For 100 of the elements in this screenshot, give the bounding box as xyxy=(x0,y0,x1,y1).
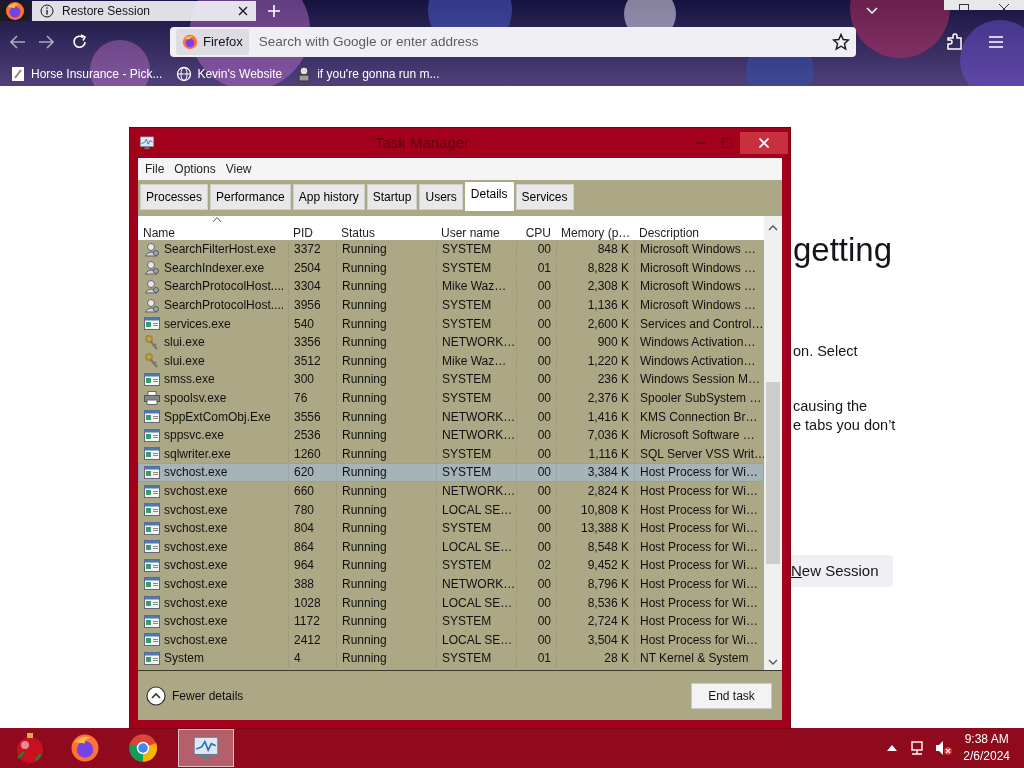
close-button[interactable] xyxy=(740,132,788,154)
table-cell: 00 xyxy=(537,538,551,555)
restore-icon[interactable] xyxy=(959,4,969,10)
bookmark-link[interactable]: Kevin's Website xyxy=(176,65,283,83)
scroll-up-icon[interactable] xyxy=(768,224,778,232)
table-cell: slui.exe xyxy=(164,334,205,351)
column-header[interactable]: User name xyxy=(436,216,516,242)
table-cell: 3956 xyxy=(294,297,321,314)
window-icon xyxy=(144,428,160,442)
close-icon[interactable] xyxy=(999,4,1009,10)
window-icon xyxy=(144,577,160,591)
tab[interactable]: Users xyxy=(419,184,463,210)
clock-time[interactable]: 9:38 AM xyxy=(963,731,1010,748)
chevron-up-circle-icon xyxy=(146,685,166,706)
table-cell: SearchFilterHost.exe xyxy=(164,241,277,258)
network-icon[interactable] xyxy=(909,740,926,756)
table-cell: Running xyxy=(342,390,387,407)
chevron-down-icon[interactable] xyxy=(866,7,878,15)
column-header[interactable]: Name xyxy=(138,216,288,242)
close-icon[interactable] xyxy=(238,6,248,16)
table-cell: svchost.exe xyxy=(164,631,228,648)
new-tab-icon[interactable] xyxy=(268,5,280,17)
table-cell: 620 xyxy=(294,464,315,481)
firefox-icon[interactable] xyxy=(5,1,25,21)
menu-item[interactable]: View xyxy=(222,160,255,178)
table-cell: SYSTEM xyxy=(442,390,492,407)
tab[interactable]: Performance xyxy=(210,184,291,210)
table-cell: 00 xyxy=(537,631,551,648)
address-bar[interactable]: Firefox Search with Google or enter address xyxy=(170,27,856,57)
back-arrow-icon[interactable] xyxy=(10,35,26,49)
page-icon xyxy=(10,66,26,82)
table-cell: 13,388 K xyxy=(580,520,629,537)
table-cell: smss.exe xyxy=(164,371,215,388)
column-header[interactable]: Description xyxy=(634,216,764,242)
fewer-details-button[interactable]: Fewer details xyxy=(146,685,244,706)
table-cell: 00 xyxy=(537,315,551,332)
table-cell: 2,308 K xyxy=(587,278,629,295)
table-cell: LOCAL SE… xyxy=(442,538,513,555)
table-cell: 00 xyxy=(537,501,551,518)
scroll-thumb[interactable] xyxy=(766,382,780,564)
new-session-button[interactable]: New Session xyxy=(789,554,893,588)
tab[interactable]: App history xyxy=(292,184,365,210)
table-cell: SYSTEM xyxy=(442,464,492,481)
forward-arrow-icon[interactable] xyxy=(38,35,54,49)
table-cell: 00 xyxy=(537,334,551,351)
menu-item[interactable]: Options xyxy=(171,160,219,178)
table-cell: NETWORK… xyxy=(442,408,516,425)
end-task-button[interactable]: End task xyxy=(691,682,772,709)
table-cell: LOCAL SE… xyxy=(442,501,513,518)
column-header[interactable]: CPU xyxy=(516,216,556,242)
browser-tab[interactable]: Restore Session xyxy=(32,1,256,21)
window-icon xyxy=(144,558,160,572)
table-cell: 2,824 K xyxy=(587,483,629,499)
table-cell: 848 K xyxy=(597,241,629,258)
bookmark-link[interactable]: Horse Insurance - Pick... xyxy=(10,65,163,83)
tab[interactable]: Processes xyxy=(140,184,209,210)
table-cell: svchost.exe xyxy=(164,520,228,537)
table-cell: Mike Waz… xyxy=(442,278,507,295)
table-cell: 8,548 K xyxy=(587,538,629,555)
table-cell: 00 xyxy=(537,594,551,611)
tab[interactable]: Services xyxy=(515,184,574,210)
scroll-down-icon[interactable] xyxy=(768,658,778,666)
table-cell: Running xyxy=(342,278,387,295)
selected-row[interactable]: svchost.exe 620 Running SYSTEM 00 3,384 K Host Process for Wi… xyxy=(138,463,764,482)
tab[interactable]: Details xyxy=(464,182,514,211)
user-gear-icon xyxy=(144,279,160,294)
window-icon xyxy=(144,651,160,665)
table-cell: SearchProtocolHost.... xyxy=(164,278,285,295)
puzzle-icon[interactable] xyxy=(946,33,964,51)
star-icon[interactable] xyxy=(832,33,850,51)
table-cell: SYSTEM xyxy=(442,315,492,332)
table-cell: SppExtComObj.Exe xyxy=(164,408,271,425)
tab[interactable]: Startup xyxy=(366,184,418,210)
bookmark-link[interactable]: if you're gonna run m... xyxy=(296,65,440,83)
table-cell: 540 xyxy=(294,315,315,332)
table-cell: Running xyxy=(342,241,387,258)
search-field[interactable]: Search with Google or enter address xyxy=(256,30,824,54)
menu-icon[interactable] xyxy=(988,35,1004,49)
table-cell: 00 xyxy=(537,576,551,592)
table-cell: 864 xyxy=(294,538,315,555)
table-cell: Services and Control… xyxy=(640,315,764,332)
table-cell: Microsoft Windows … xyxy=(640,278,757,295)
clock-date[interactable]: 2/6/2024 xyxy=(963,748,1010,765)
column-header[interactable]: Memory (p… xyxy=(556,216,634,242)
reload-icon[interactable] xyxy=(72,34,88,50)
table-cell: 01 xyxy=(537,259,551,276)
caret-up-icon[interactable] xyxy=(887,745,898,751)
table-cell: Running xyxy=(342,334,387,351)
column-header[interactable]: Status xyxy=(336,216,436,242)
table-cell: Microsoft Windows … xyxy=(640,259,757,276)
volume-muted-icon[interactable] xyxy=(935,740,954,756)
table-cell: 8,828 K xyxy=(587,259,629,276)
taskbar-app-button[interactable] xyxy=(178,729,234,767)
menu-item[interactable]: File xyxy=(142,160,168,178)
table-cell: Running xyxy=(342,483,387,499)
table-cell: 00 xyxy=(537,297,551,314)
table-cell: Running xyxy=(342,501,387,518)
window-icon xyxy=(144,465,160,479)
table-cell: SearchIndexer.exe xyxy=(164,259,265,276)
column-header[interactable]: PID xyxy=(288,216,336,242)
